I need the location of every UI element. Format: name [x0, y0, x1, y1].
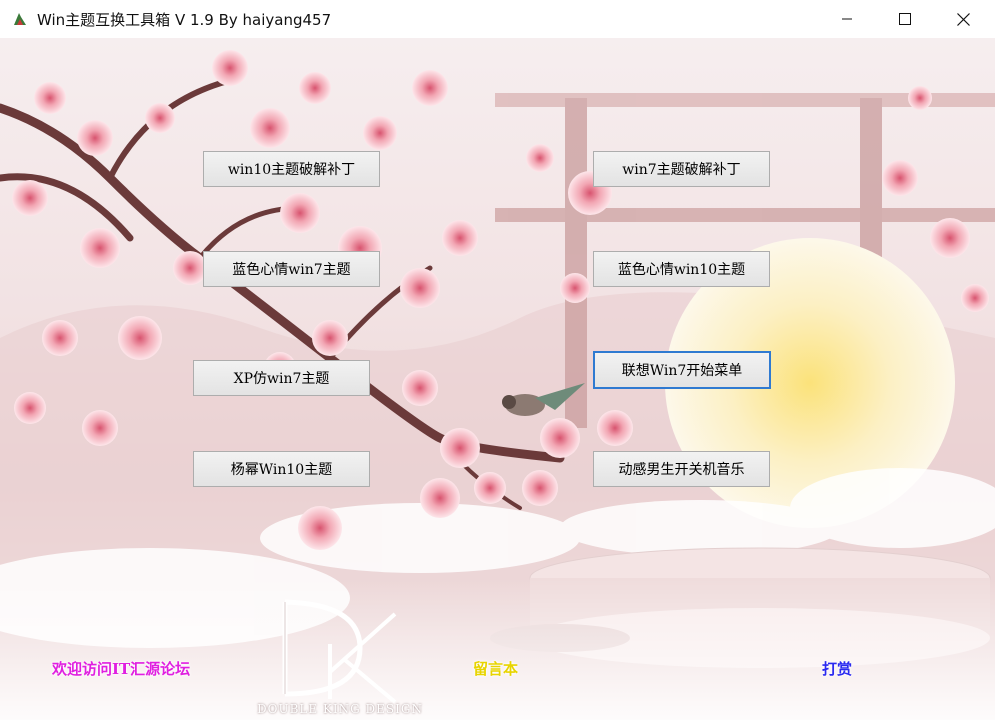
minimize-button[interactable] — [818, 0, 876, 38]
xp-win7-theme-button[interactable]: XP仿win7主题 — [193, 360, 370, 396]
close-button[interactable] — [934, 0, 992, 38]
boot-music-button[interactable]: 动感男生开关机音乐 — [593, 451, 770, 487]
window-title: Win主题互换工具箱 V 1.9 By haiyang457 — [37, 11, 332, 29]
win7-patch-button[interactable]: win7主题破解补丁 — [593, 151, 770, 187]
blue-mood-win10-button[interactable]: 蓝色心情win10主题 — [593, 251, 770, 287]
logo-caption: DOUBLE KING DESIGN — [257, 702, 423, 716]
yangmi-win10-theme-button[interactable]: 杨幂Win10主题 — [193, 451, 370, 487]
guestbook-link[interactable]: 留言本 — [473, 658, 518, 679]
app-icon — [14, 13, 26, 25]
main-panel: win10主题破解补丁 win7主题破解补丁 蓝色心情win7主题 蓝色心情wi… — [0, 38, 995, 720]
maximize-button[interactable] — [876, 0, 934, 38]
dk-monogram — [282, 599, 397, 704]
minimize-icon — [842, 18, 852, 20]
double-king-logo: DOUBLE KING DESIGN — [250, 594, 430, 720]
title-bar: Win主题互换工具箱 V 1.9 By haiyang457 — [0, 0, 995, 39]
win10-patch-button[interactable]: win10主题破解补丁 — [203, 151, 380, 187]
donate-link[interactable]: 打赏 — [822, 658, 852, 679]
blue-mood-win7-button[interactable]: 蓝色心情win7主题 — [203, 251, 380, 287]
background-illustration — [0, 50, 995, 720]
maximize-icon — [899, 13, 911, 25]
close-icon — [956, 12, 970, 26]
lenovo-start-menu-button[interactable]: 联想Win7开始菜单 — [593, 351, 771, 389]
visit-forum-link[interactable]: 欢迎访问IT汇源论坛 — [52, 658, 190, 679]
